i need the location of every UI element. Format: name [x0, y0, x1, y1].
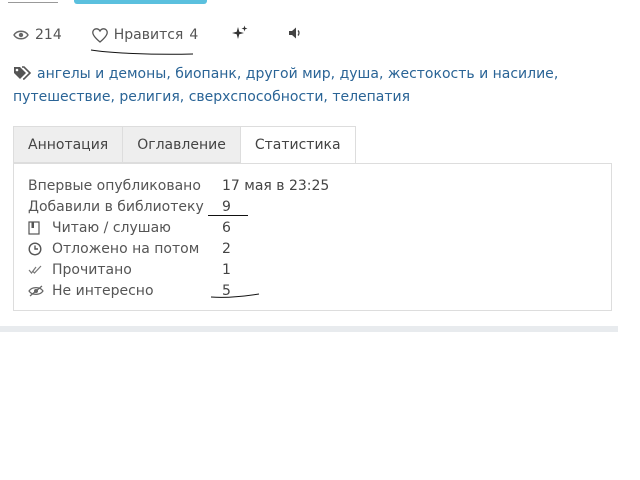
tab-annotation[interactable]: Аннотация: [13, 126, 123, 163]
tag-link[interactable]: душа: [340, 66, 379, 82]
tag-link[interactable]: ангелы и демоны: [37, 66, 166, 82]
tag-link[interactable]: биопанк: [175, 66, 237, 82]
eye-icon: [13, 29, 29, 41]
stat-label: Не интересно: [52, 283, 154, 299]
info-tabs: Аннотация Оглавление Статистика: [13, 126, 356, 164]
stat-reading: Читаю / слушаю: [28, 218, 171, 238]
speaker-icon: [288, 26, 302, 44]
stat-value: 6: [222, 220, 231, 236]
clock-icon: [28, 242, 44, 256]
stat-label: Впервые опубликовано: [28, 178, 201, 194]
sparkles-icon: [232, 25, 248, 45]
double-check-icon: [28, 265, 44, 275]
tag-link[interactable]: сверхспособности: [189, 89, 324, 105]
top-cut-element: [8, 0, 58, 3]
stat-first-published: Впервые опубликовано: [28, 176, 201, 196]
stat-added-to-library: Добавили в библиотеку: [28, 197, 204, 217]
tag-link[interactable]: путешествие: [13, 89, 110, 105]
stat-value: 2: [222, 241, 231, 257]
top-action-button[interactable]: [74, 0, 207, 4]
annotation-underline: [210, 293, 260, 298]
stat-value: 17 мая в 23:25: [222, 178, 330, 194]
book-page: 214 Нравится 4 ангелы и демоны, биопанк,…: [0, 0, 640, 480]
statistics-panel: Впервые опубликовано 17 мая в 23:25 Доба…: [13, 163, 612, 311]
tag-link[interactable]: жестокость и насилие: [388, 66, 554, 82]
views-count: 214: [35, 27, 62, 43]
book-icon: [28, 221, 44, 235]
stat-value: 1: [222, 262, 231, 278]
tab-contents[interactable]: Оглавление: [122, 126, 240, 163]
stat-not-interested: Не интересно: [28, 281, 154, 301]
stat-value: 9: [222, 199, 231, 215]
stat-postponed: Отложено на потом: [28, 239, 199, 259]
stats-row: 214 Нравится 4: [13, 24, 342, 55]
tab-statistics[interactable]: Статистика: [239, 126, 356, 164]
heart-icon: [91, 27, 108, 43]
section-divider: [0, 326, 618, 332]
tag-list: ангелы и демоны, биопанк, другой мир, ду…: [13, 66, 559, 105]
likes-label: Нравится: [113, 27, 184, 43]
likes-underline: [90, 49, 193, 55]
stat-label: Читаю / слушаю: [52, 220, 171, 236]
likes-count: 4: [189, 27, 199, 43]
tags-icon: [13, 66, 33, 87]
views-counter: 214: [13, 27, 62, 43]
tag-link[interactable]: другой мир: [246, 66, 331, 82]
audio-button[interactable]: [288, 26, 302, 44]
annotation-underline: [208, 215, 248, 216]
like-button[interactable]: Нравится 4: [90, 27, 199, 55]
sparkles-button[interactable]: [232, 25, 248, 45]
stat-label: Прочитано: [52, 262, 132, 278]
stat-label: Отложено на потом: [52, 241, 200, 257]
stat-label: Добавили в библиотеку: [28, 199, 204, 215]
stat-read: Прочитано: [28, 260, 132, 280]
tag-link[interactable]: религия: [119, 89, 179, 105]
eye-slash-icon: [28, 285, 44, 297]
tag-link[interactable]: телепатия: [332, 89, 410, 105]
